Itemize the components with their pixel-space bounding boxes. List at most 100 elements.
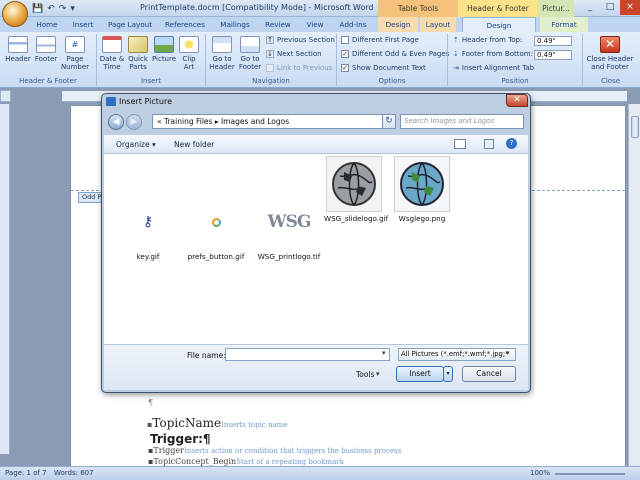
topic-concept-field[interactable]: ▪TopicConcept_BeginStart of a repeating … bbox=[148, 457, 344, 466]
tab-add-ins[interactable]: Add-Ins bbox=[334, 17, 372, 32]
topic-name-field[interactable]: ▪TopicNameInserts topic name bbox=[147, 416, 287, 430]
ruler-toggle-icon[interactable] bbox=[0, 90, 11, 102]
wsg-text-logo: WSG bbox=[267, 211, 312, 232]
refresh-button[interactable]: ↻ bbox=[382, 114, 396, 129]
vertical-ruler[interactable] bbox=[0, 104, 10, 454]
checkbox-checked[interactable]: ✓ bbox=[341, 50, 349, 58]
search-input[interactable]: Search Images and Logos bbox=[400, 114, 524, 129]
maximize-button[interactable]: □ bbox=[600, 0, 620, 15]
dialog-title: Insert Picture bbox=[119, 97, 172, 106]
office-button[interactable] bbox=[2, 1, 28, 27]
picture-icon bbox=[154, 36, 174, 53]
picture-button[interactable]: Picture bbox=[151, 36, 177, 63]
file-list[interactable]: ⚷ key.gif prefs_button.gif WSG WSG_print… bbox=[104, 154, 528, 344]
insert-button[interactable]: Insert bbox=[396, 366, 444, 382]
group-label-insert: Insert bbox=[140, 77, 162, 85]
link-to-previous-link[interactable]: Link to Previous bbox=[266, 64, 332, 72]
file-name-input[interactable] bbox=[225, 348, 390, 361]
different-odd-even-option[interactable]: ✓ Different Odd & Even Pages bbox=[341, 50, 449, 58]
forward-button[interactable]: ▶ bbox=[126, 114, 142, 130]
globe-color-graphic bbox=[400, 162, 444, 206]
trigger-heading: Trigger:¶ bbox=[150, 432, 211, 446]
clip-art-button[interactable]: Clip Art bbox=[177, 36, 201, 71]
footer-button[interactable]: Footer bbox=[32, 36, 60, 63]
chevron-down-icon[interactable]: ▾ bbox=[506, 349, 510, 357]
tab-table-design[interactable]: Design bbox=[378, 17, 418, 32]
preview-pane-icon[interactable] bbox=[484, 139, 494, 149]
picture-tools-header: Pictur... bbox=[538, 0, 574, 17]
key-icon: ⚷ bbox=[142, 213, 154, 230]
group-label-header-footer: Header & Footer bbox=[19, 77, 77, 85]
quick-access-toolbar: 💾 ↶ ↷ ▾ bbox=[32, 3, 75, 15]
chevron-down-icon[interactable]: ▾ bbox=[382, 349, 386, 357]
save-icon[interactable]: 💾 bbox=[32, 4, 43, 14]
chevron-down-icon[interactable]: ▾ bbox=[376, 370, 380, 378]
checkbox[interactable] bbox=[341, 36, 349, 44]
file-item[interactable]: ⚷ key.gif bbox=[118, 194, 178, 262]
checkbox-checked[interactable]: ✓ bbox=[341, 64, 349, 72]
help-icon[interactable]: ? bbox=[506, 138, 517, 149]
footer-from-bottom-spinner[interactable]: 0.49" bbox=[534, 50, 572, 60]
quick-parts-button[interactable]: Quick Parts bbox=[125, 36, 151, 71]
dialog-close-button[interactable]: ✕ bbox=[506, 94, 528, 107]
insert-dropdown-button[interactable]: ▾ bbox=[443, 366, 453, 382]
window-controls: _ □ × bbox=[580, 0, 640, 15]
insert-alignment-tab-button[interactable]: ⇥ Insert Alignment Tab bbox=[453, 64, 534, 72]
close-header-footer-button[interactable]: ✕ Close Header and Footer bbox=[585, 36, 635, 71]
dialog-toolbar: Organize ▾ New folder ? bbox=[104, 134, 528, 154]
vertical-scrollbar[interactable] bbox=[628, 104, 640, 466]
header-from-top-spinner[interactable]: 0.49" bbox=[534, 36, 572, 46]
go-to-header-button[interactable]: Go to Header bbox=[208, 36, 236, 71]
tab-view[interactable]: View bbox=[300, 17, 330, 32]
header-position-icon: ⇡ bbox=[453, 36, 459, 44]
file-item[interactable]: WSG WSG_printlogo.tif bbox=[256, 194, 322, 261]
tab-picture-format[interactable]: Format bbox=[540, 17, 588, 32]
footer-from-bottom-label: ⇣ Footer from Bottom: bbox=[453, 50, 533, 58]
new-folder-button[interactable]: New folder bbox=[174, 140, 215, 149]
tab-table-layout[interactable]: Layout bbox=[420, 17, 456, 32]
file-type-select[interactable]: All Pictures (*.emf;*.wmf;*.jpg;* bbox=[398, 348, 516, 361]
footer-position-icon: ⇣ bbox=[453, 50, 459, 58]
previous-section-link[interactable]: ↑ Previous Section bbox=[266, 36, 335, 44]
redo-icon[interactable]: ↷ bbox=[59, 4, 67, 14]
back-button[interactable]: ◀ bbox=[108, 114, 124, 130]
zoom-level[interactable]: 100% bbox=[530, 469, 550, 477]
zoom-slider[interactable] bbox=[555, 473, 625, 475]
clip-art-icon bbox=[179, 36, 199, 53]
qat-more-icon[interactable]: ▾ bbox=[70, 4, 75, 14]
cancel-button[interactable]: Cancel bbox=[462, 366, 516, 382]
tab-page-layout[interactable]: Page Layout bbox=[104, 17, 156, 32]
minimize-button[interactable]: _ bbox=[580, 0, 600, 15]
next-section-link[interactable]: ↓ Next Section bbox=[266, 50, 322, 58]
date-time-button[interactable]: Date & Time bbox=[99, 36, 125, 71]
file-item[interactable]: WSG_slidelogo.gif bbox=[324, 156, 388, 223]
file-item[interactable]: Wsglego.png bbox=[392, 156, 452, 223]
page-number-button[interactable]: # Page Number bbox=[60, 36, 90, 71]
trigger-field[interactable]: ▪TriggerInserts action or condition that… bbox=[148, 446, 401, 455]
address-row: ◀ ▶ « Training Files ▸ Images and Logos … bbox=[106, 112, 526, 132]
tab-review[interactable]: Review bbox=[260, 17, 296, 32]
page-count[interactable]: Page: 1 of 7 bbox=[5, 469, 47, 477]
header-button[interactable]: Header bbox=[4, 36, 32, 63]
window-title: PrintTemplate.docm [Compatibility Mode] … bbox=[140, 3, 374, 12]
tab-insert[interactable]: Insert bbox=[66, 17, 100, 32]
address-bar[interactable]: « Training Files ▸ Images and Logos bbox=[152, 114, 394, 129]
undo-icon[interactable]: ↶ bbox=[47, 4, 55, 14]
tools-button[interactable]: Tools bbox=[356, 370, 374, 379]
different-first-page-option[interactable]: Different First Page bbox=[341, 36, 419, 44]
tab-mailings[interactable]: Mailings bbox=[214, 17, 256, 32]
link-icon bbox=[266, 64, 274, 72]
scroll-thumb[interactable] bbox=[631, 116, 639, 138]
word-count[interactable]: Words: 607 bbox=[54, 469, 94, 477]
tab-references[interactable]: References bbox=[160, 17, 210, 32]
go-to-footer-button[interactable]: Go to Footer bbox=[236, 36, 264, 71]
close-window-button[interactable]: × bbox=[620, 0, 640, 15]
show-document-text-option[interactable]: ✓ Show Document Text bbox=[341, 64, 426, 72]
view-icon[interactable] bbox=[454, 139, 466, 149]
tab-home[interactable]: Home bbox=[32, 17, 62, 32]
tab-header-footer-design[interactable]: Design bbox=[462, 17, 536, 32]
go-to-header-icon bbox=[212, 36, 232, 53]
organize-button[interactable]: Organize ▾ bbox=[116, 140, 156, 149]
file-item[interactable]: prefs_button.gif bbox=[186, 194, 246, 261]
header-from-top-label: ⇡ Header from Top: bbox=[453, 36, 523, 44]
